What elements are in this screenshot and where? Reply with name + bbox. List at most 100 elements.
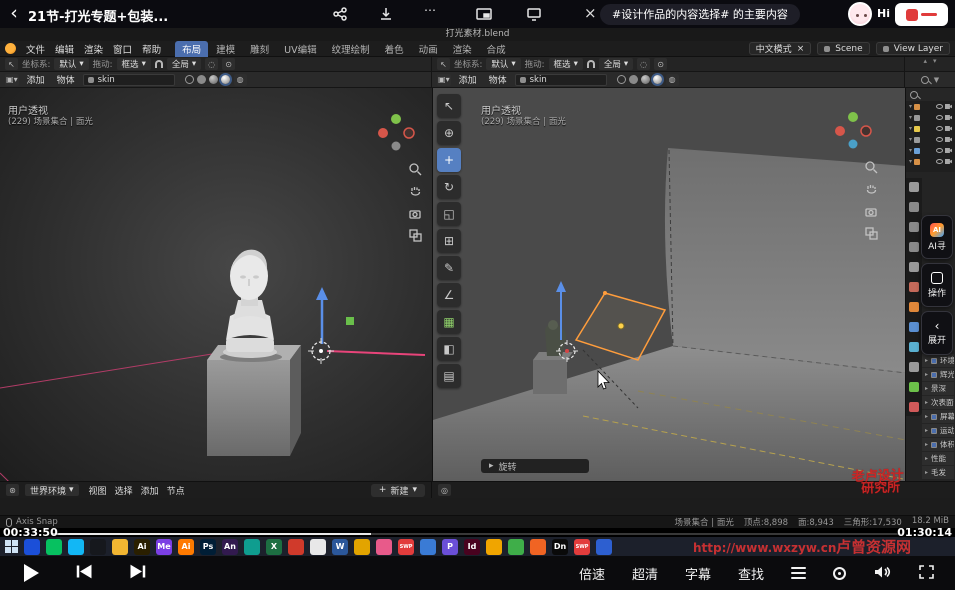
cast-icon[interactable] [526,6,544,22]
task-photoshop[interactable]: Ps [200,539,216,555]
task-tim[interactable] [68,539,84,555]
outliner-row-4[interactable]: ▾ [906,134,955,145]
visibility-eye-icon[interactable] [936,137,943,142]
panel-section-6[interactable]: ▸体积 [922,438,954,451]
playlist-icon[interactable] [791,567,806,579]
extrude-tool[interactable]: ◧ [437,337,461,361]
mode-dropdown-icon[interactable]: ▣▾ [437,74,451,86]
subtitle-button[interactable]: 字幕 [685,564,711,583]
task-teal[interactable] [244,539,260,555]
section-expand-icon[interactable]: ▸ [925,469,928,476]
expand-icon[interactable]: ▾ [909,158,912,165]
outliner-search-icon[interactable] [921,76,929,84]
menu-item-4[interactable]: 帮助 [137,42,166,56]
panel-section-2[interactable]: ▸景深 [922,382,954,395]
add-menu[interactable]: 添加 [23,73,49,86]
next-button[interactable] [129,564,147,582]
section-checkbox[interactable] [931,358,937,364]
workspace-tab-6[interactable]: 动画 [412,41,445,57]
render-visibility-icon[interactable] [945,159,952,164]
pivot-dropdown[interactable]: 全局▾ [167,58,201,70]
shader-editor-body[interactable] [0,498,955,515]
expand-icon[interactable]: ▾ [909,103,912,110]
camera-view-icon[interactable] [864,204,879,219]
task-blue3[interactable] [596,539,612,555]
workspace-tab-8[interactable]: 合成 [480,41,513,57]
section-checkbox[interactable] [931,442,937,448]
overlay-toggle-icon[interactable]: ◍ [234,74,247,86]
language-mode-box[interactable]: 中文模式 × [749,42,812,55]
expand-icon[interactable]: ▾ [909,136,912,143]
rendered-shading-icon[interactable] [221,75,230,84]
panel-section-7[interactable]: ▸性能 [922,452,954,465]
material-tab[interactable] [909,402,919,412]
mode-dropdown-icon[interactable]: ▣▾ [5,74,19,86]
task-dn[interactable]: Dn [552,539,568,555]
language-close-icon[interactable]: × [797,44,805,54]
share-icon[interactable] [332,6,350,22]
constraints-tab[interactable] [909,362,919,372]
proportional-edit-icon[interactable]: ◌ [205,58,218,70]
blender-logo-icon[interactable] [5,43,16,54]
task-purple[interactable]: P [442,539,458,555]
select-box-tool[interactable]: ↖ [437,94,461,118]
pedestal-cube[interactable] [207,345,301,456]
speed-button[interactable]: 倍速 [579,564,605,583]
panel-section-4[interactable]: ▸屏幕空间反射 [922,410,954,423]
shading-mode-toggle[interactable] [185,75,230,84]
camera-view-icon[interactable] [408,206,423,221]
annotate-tool[interactable]: ✎ [437,256,461,280]
download-icon[interactable] [378,6,396,22]
start-menu-icon[interactable] [5,540,18,553]
visibility-eye-icon[interactable] [936,148,943,153]
pivot-dropdown[interactable]: 全局▾ [599,58,633,70]
add-menu[interactable]: 添加 [455,73,481,86]
ortho-toggle-icon[interactable] [864,226,879,241]
tool-tab[interactable] [909,182,919,192]
fullscreen-icon[interactable] [918,564,935,583]
panel-section-8[interactable]: ▸毛发 [922,466,954,479]
pip-icon[interactable] [476,6,494,22]
task-folder[interactable] [112,539,128,555]
promo-button[interactable] [895,3,948,26]
snap-options-icon[interactable]: ⊙ [654,58,667,70]
editor-type-icon[interactable]: ⊛ [6,484,19,496]
task-word[interactable]: W [332,539,348,555]
render-visibility-icon[interactable] [945,104,952,109]
menu-item-0[interactable]: 文件 [21,42,50,56]
section-expand-icon[interactable]: ▸ [925,399,928,406]
snap-magnet-icon[interactable] [155,60,163,68]
task-chrome[interactable] [310,539,326,555]
section-checkbox[interactable] [931,372,937,378]
panel-section-1[interactable]: ▸辉光 [922,368,954,381]
output-tab[interactable] [909,222,919,232]
panel-section-0[interactable]: ▸环境 [922,354,954,367]
task-wechat[interactable] [46,539,62,555]
shader-menu-3[interactable]: 节点 [163,484,189,497]
task-browser[interactable] [24,539,40,555]
menu-item-3[interactable]: 窗口 [108,42,137,56]
visibility-eye-icon[interactable] [936,159,943,164]
wireframe-shading-icon[interactable] [185,75,194,84]
shader-context-dropdown[interactable]: 世界环境▾ [25,484,79,496]
outliner-row-1[interactable]: ▾ [906,101,955,112]
workspace-tab-1[interactable]: 建模 [209,41,242,57]
operator-panel[interactable]: ▸ 旋转 [481,459,589,473]
active-object-field[interactable]: skin [515,74,607,86]
rendered-shading-icon[interactable] [653,75,662,84]
tool-icon[interactable]: ↖ [5,58,18,70]
task-orange2[interactable] [530,539,546,555]
cursor-tool[interactable]: ⊕ [437,121,461,145]
section-checkbox[interactable] [931,428,937,434]
video-progress-bar[interactable] [52,533,903,535]
section-expand-icon[interactable]: ▸ [925,357,928,364]
visibility-eye-icon[interactable] [936,126,943,131]
workspace-tab-0[interactable]: 布局 [175,41,208,57]
orientation-dropdown[interactable]: 默认▾ [486,58,520,70]
render-visibility-icon[interactable] [945,115,952,120]
object-tab[interactable] [909,302,919,312]
shear-tool[interactable]: ▤ [437,364,461,388]
view-layer-selector[interactable]: View Layer [876,42,950,55]
solid-shading-icon[interactable] [197,75,206,84]
quality-button[interactable]: 超清 [632,564,658,583]
